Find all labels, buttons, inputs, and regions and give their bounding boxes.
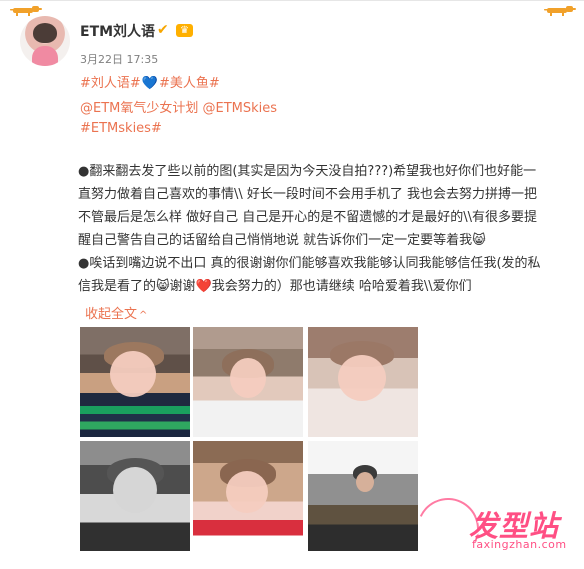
hashtag-mermaid[interactable]: #美人鱼# — [159, 76, 220, 91]
post-image-5[interactable] — [193, 441, 303, 551]
post-image-3[interactable] — [308, 327, 418, 437]
post-line-2: 直努力做着自己喜欢的事情\\ 好长一段时间不会用手机了 我也会去努力拼搏一把 — [78, 187, 538, 202]
post-line-6: 信我是看了的😸谢谢❤️我会努力的）那也请继续 哈哈爱着我\\爱你们 — [78, 279, 472, 294]
post-image-4[interactable] — [80, 441, 190, 551]
post-image-6[interactable] — [308, 441, 418, 551]
top-border — [0, 0, 584, 1]
face-shape — [230, 358, 266, 398]
face-shape — [356, 472, 374, 492]
watermark-site-text: faxingzhan.com — [472, 538, 567, 551]
post-body: ●翻来翻去发了些以前的图(其实是因为今天没自拍???)希望我也好你们也好能一 直… — [78, 160, 573, 298]
post-image-1[interactable] — [80, 327, 190, 437]
post-time[interactable]: 3月22日 17:35 — [80, 51, 158, 67]
face-shape — [113, 467, 157, 513]
vip-member-icon: ♛ — [176, 24, 193, 37]
hashtag-line: #刘人语#💙#美人鱼# — [80, 72, 220, 91]
post-line-3: 不管最后是怎么样 做好自己 自己是开心的是不留遗憾的才是最好的\\有很多要提 — [78, 210, 538, 225]
post-line-4: 醒自己警告自己的话留给自己悄悄地说 就告诉你们一定一定要等着我😸 — [78, 233, 486, 248]
collapse-label: 收起全文 — [85, 307, 138, 322]
hashtag-liu-renyu[interactable]: #刘人语# — [80, 76, 141, 91]
dachshund-icon — [10, 6, 42, 16]
faxingzhan-watermark: 发型站 faxingzhan.com — [408, 489, 577, 569]
hashtag-etmskies[interactable]: #ETMskies# — [80, 121, 162, 136]
mention-line[interactable]: @ETM氧气少女计划 @ETMSkies — [80, 97, 277, 116]
blue-heart-icon: 💙 — [141, 76, 158, 91]
avatar[interactable] — [20, 16, 70, 66]
verified-badge-icon: ✔ — [157, 22, 169, 38]
collapse-full-text-link[interactable]: 收起全文 ^ — [85, 303, 147, 322]
face-shape — [226, 471, 268, 513]
face-shape — [338, 355, 386, 401]
face-shape — [110, 351, 156, 397]
post-line-5: ●唉话到嘴边说不出口 真的很谢谢你们能够喜欢我能够认同我能够信任我(发的私 — [78, 256, 541, 271]
user-name[interactable]: ETM刘人语 — [80, 21, 155, 41]
dachshund-icon — [544, 6, 576, 16]
post-line-1: ●翻来翻去发了些以前的图(其实是因为今天没自拍???)希望我也好你们也好能一 — [78, 164, 537, 179]
post-image-2[interactable] — [193, 327, 303, 437]
chevron-up-icon: ^ — [139, 310, 148, 321]
